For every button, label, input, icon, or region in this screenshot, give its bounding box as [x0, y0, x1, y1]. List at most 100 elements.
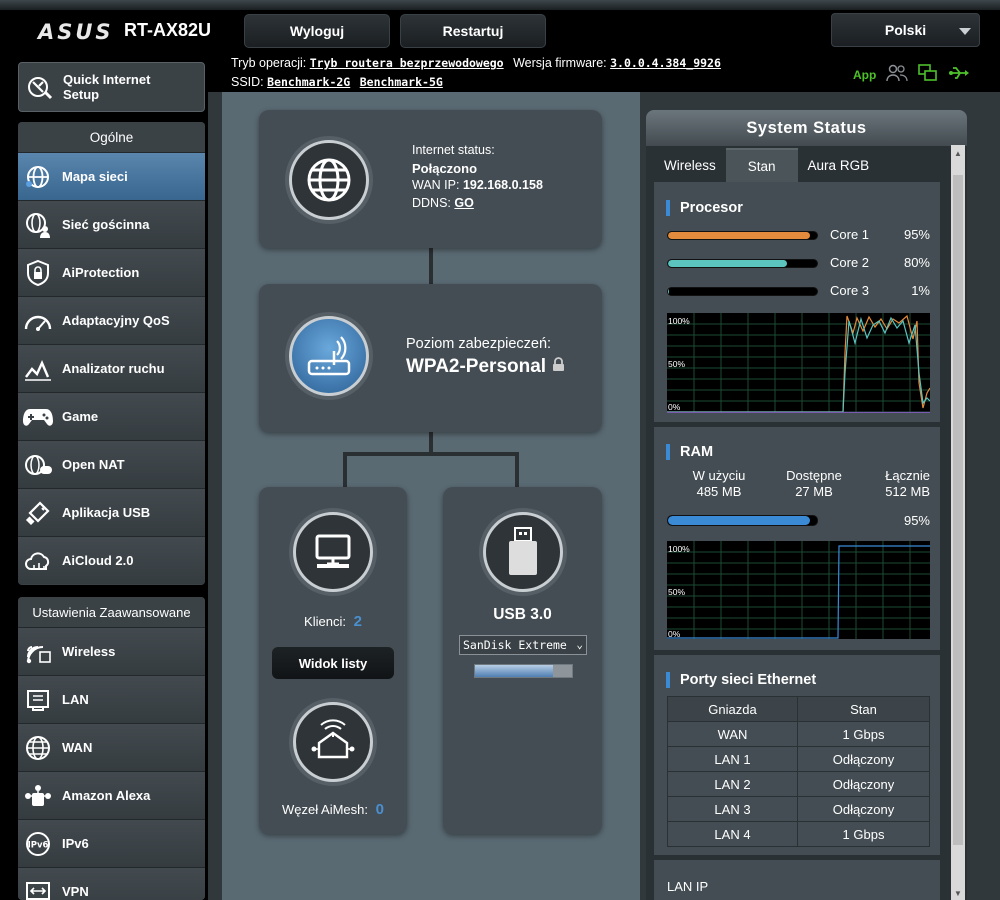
core-percent: 95%: [903, 227, 930, 242]
aimesh-count[interactable]: 0: [376, 801, 384, 818]
core-name: Core 1: [830, 227, 870, 242]
quick-internet-setup-button[interactable]: Quick Internet Setup: [18, 62, 205, 112]
restart-button[interactable]: Restartuj: [400, 14, 546, 48]
port-name-cell: LAN 2: [667, 771, 798, 797]
internet-card[interactable]: Internet status: Połączono WAN IP: 192.1…: [259, 110, 602, 248]
language-select[interactable]: Polski: [831, 13, 980, 47]
users-icon[interactable]: [886, 64, 908, 85]
clients-card[interactable]: Klienci: 2 Widok listy Węzeł AiMesh: 0: [259, 487, 407, 834]
scroll-up-icon[interactable]: ▲: [954, 149, 962, 158]
port-status-cell: 1 Gbps: [797, 721, 930, 747]
ssid-2g-link[interactable]: Benchmark-2G: [267, 75, 350, 89]
cpu-title: Procesor: [666, 200, 743, 216]
network-connected-icon[interactable]: [918, 64, 938, 85]
general-menu-header: Ogólne: [18, 122, 205, 152]
router-button[interactable]: [289, 316, 369, 396]
sidebar-item-open-nat[interactable]: Open NAT: [18, 440, 205, 488]
vpn-icon: [22, 876, 54, 900]
router-card[interactable]: Poziom zabezpieczeń: WPA2-Personal: [259, 284, 602, 432]
usb-drive-icon: [509, 527, 537, 575]
tab-aura-rgb[interactable]: Aura RGB: [798, 148, 880, 182]
advanced-menu-header: Ustawienia Zaawansowane: [18, 597, 205, 627]
sidebar-item-aplikacja-usb[interactable]: Aplikacja USB: [18, 488, 205, 536]
sidebar-item-label: Game: [62, 409, 99, 424]
list-view-button[interactable]: Widok listy: [272, 647, 394, 679]
wan-globe-icon: [22, 732, 54, 764]
traffic-analyzer-icon: [22, 353, 54, 385]
scroll-down-icon[interactable]: ▼: [954, 889, 962, 898]
sidebar-item-siec-goscinna[interactable]: Sieć gościnna: [18, 200, 205, 248]
usb-connected-icon[interactable]: [948, 65, 970, 84]
port-status-cell: Odłączony: [797, 796, 930, 822]
sidebar-item-mapa-sieci[interactable]: Mapa sieci: [18, 152, 205, 200]
table-row: LAN 2 Odłączony: [667, 771, 930, 797]
op-mode-link[interactable]: Tryb routera bezprzewodowego: [310, 56, 504, 70]
wan-ip-value: 192.168.0.158: [462, 178, 543, 192]
open-nat-icon: [22, 449, 54, 481]
system-status-tabs: Wireless Stan Aura RGB: [654, 148, 879, 182]
general-menu: Ogólne Mapa sieci Sieć gościnna AiProtecti…: [18, 122, 205, 585]
usb-port-label: USB 3.0: [493, 606, 552, 623]
internet-globe-button[interactable]: [289, 140, 369, 220]
ipv6-icon: IPv6: [22, 828, 54, 860]
sidebar-item-analizator-ruchu[interactable]: Analizator ruchu: [18, 344, 205, 392]
sidebar-item-label: WAN: [62, 740, 93, 755]
cpu-panel: Procesor Core 1 95% Core 2 80% Core 3 1% 100%…: [654, 182, 940, 422]
sidebar-item-aiprotection[interactable]: AiProtection: [18, 248, 205, 296]
ddns-label: DDNS:: [412, 195, 451, 210]
sidebar-item-vpn[interactable]: VPN: [18, 867, 205, 900]
usb-device-value: SanDisk Extreme: [463, 638, 567, 652]
usb-app-icon: [22, 497, 54, 529]
sidebar-item-lan[interactable]: LAN: [18, 675, 205, 723]
table-header: Gniazda: [667, 696, 798, 722]
status-scrollbar[interactable]: ▲ ▼: [951, 145, 965, 900]
port-name-cell: LAN 3: [667, 796, 798, 822]
lan-ip-panel: LAN IP: [654, 860, 940, 900]
sidebar-item-adaptacyjny-qos[interactable]: Adaptacyjny QoS: [18, 296, 205, 344]
port-name-cell: LAN 4: [667, 821, 798, 847]
shield-lock-icon: [22, 257, 54, 289]
advanced-menu: Ustawienia Zaawansowane Wireless LAN WAN Am…: [18, 597, 205, 900]
monitor-icon: [315, 534, 351, 568]
ethernet-title: Porty sieci Ethernet: [666, 672, 816, 688]
security-level-value: WPA2-Personal: [406, 356, 547, 377]
cpu-graph-label-100: 100%: [668, 316, 690, 326]
tab-status[interactable]: Stan: [725, 148, 798, 182]
ram-percent: 95%: [903, 513, 930, 528]
ram-usage-fill: [668, 516, 810, 525]
usb-card[interactable]: USB 3.0 SanDisk Extreme ⌄: [443, 487, 602, 834]
clients-count[interactable]: 2: [354, 613, 362, 630]
sidebar-item-aicloud-2-0[interactable]: AiCloud 2.0: [18, 536, 205, 584]
sidebar-item-game[interactable]: Game: [18, 392, 205, 440]
logout-button[interactable]: Wyloguj: [244, 14, 390, 48]
usb-usage-fill: [475, 665, 553, 677]
ram-free-label: Dostępne: [786, 468, 842, 483]
tab-wireless[interactable]: Wireless: [654, 148, 726, 182]
sidebar-item-amazon-alexa[interactable]: Amazon Alexa: [18, 771, 205, 819]
ddns-go-link[interactable]: GO: [454, 196, 473, 210]
aimesh-label: Węzeł AiMesh:: [282, 802, 368, 817]
ram-total-value: 512 MB: [885, 484, 930, 499]
clients-button[interactable]: [293, 512, 373, 592]
sidebar-item-wireless[interactable]: Wireless: [18, 627, 205, 675]
ram-panel: RAM W użyciu 485 MB Dostępne 27 MB Łączn…: [654, 427, 940, 650]
security-level-label: Poziom zabezpieczeń:: [406, 336, 552, 352]
top-strip: [0, 0, 1000, 10]
scrollbar-thumb[interactable]: [953, 175, 963, 845]
sidebar-item-label: Wireless: [62, 644, 116, 659]
gamepad-icon: [22, 401, 54, 433]
chevron-down-icon: ⌄: [576, 638, 583, 651]
app-link[interactable]: App: [853, 68, 876, 82]
ssid-label: SSID:: [231, 75, 264, 89]
firmware-link[interactable]: 3.0.0.4.384_9926: [610, 56, 721, 70]
guest-network-icon: [22, 209, 54, 241]
ram-used-label: W użyciu: [692, 468, 746, 483]
sidebar-item-wan[interactable]: WAN: [18, 723, 205, 771]
ssid-5g-link[interactable]: Benchmark-5G: [360, 75, 443, 89]
sidebar-item-ipv6[interactable]: IPv6 IPv6: [18, 819, 205, 867]
usb-device-select[interactable]: SanDisk Extreme ⌄: [459, 635, 587, 655]
usb-device-button[interactable]: [483, 512, 563, 592]
ram-usage-graph: 100% 50% 0%: [667, 541, 930, 639]
network-map-area: Internet status: Połączono WAN IP: 192.1…: [222, 92, 640, 900]
aimesh-button[interactable]: [293, 702, 373, 782]
